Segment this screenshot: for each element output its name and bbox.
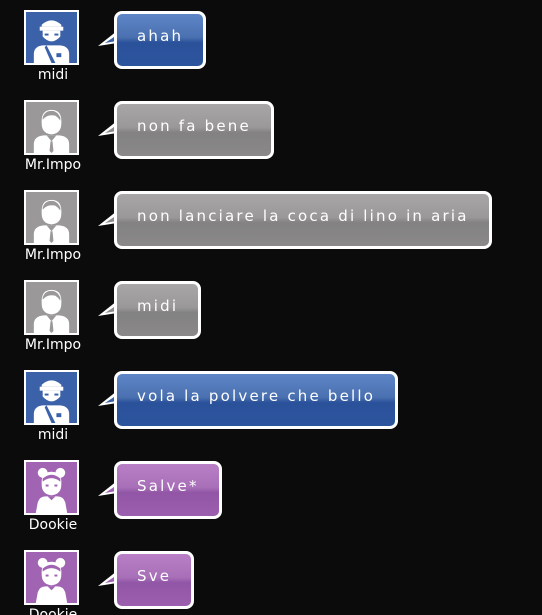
chat-message: Dookie Salve* (0, 450, 542, 540)
man-with-tie-icon (33, 199, 70, 243)
chat-message: Mr.Impo non lanciare la coca di lino in … (0, 180, 542, 270)
user-avatar[interactable] (24, 190, 79, 245)
girl-with-buns-icon (35, 557, 68, 603)
message-bubble[interactable]: non lanciare la coca di lino in aria (114, 191, 492, 249)
chat-log: midi ahah Mr.Impo non fa bene Mr.Impo no… (0, 0, 542, 615)
man-with-tie-icon (33, 109, 70, 153)
user-avatar[interactable] (24, 100, 79, 155)
chat-message: Mr.Impo non fa bene (0, 90, 542, 180)
headband-man-icon (33, 20, 70, 63)
user-avatar[interactable] (24, 550, 79, 605)
username-label: Dookie (28, 607, 78, 615)
message-text: Sve (137, 567, 172, 585)
chat-message: Mr.Impo midi (0, 270, 542, 360)
username-label: Mr.Impo (24, 247, 82, 263)
man-with-tie-icon (33, 289, 70, 333)
headband-man-icon (33, 380, 70, 423)
message-text: ahah (137, 27, 184, 45)
username-label: Dookie (28, 517, 78, 533)
user-avatar[interactable] (24, 370, 79, 425)
user-avatar[interactable] (24, 280, 79, 335)
message-bubble[interactable]: Salve* (114, 461, 222, 519)
chat-message: midi vola la polvere che bello (0, 360, 542, 450)
girl-with-buns-icon (35, 467, 68, 513)
message-text: non lanciare la coca di lino in aria (137, 207, 469, 225)
username-label: midi (37, 427, 69, 443)
message-bubble[interactable]: vola la polvere che bello (114, 371, 399, 429)
message-text: vola la polvere che bello (137, 387, 376, 405)
username-label: Mr.Impo (24, 157, 82, 173)
user-avatar[interactable] (24, 460, 79, 515)
message-bubble[interactable]: non fa bene (114, 101, 274, 159)
chat-message: midi ahah (0, 0, 542, 90)
user-avatar[interactable] (24, 10, 79, 65)
message-bubble[interactable]: midi (114, 281, 202, 339)
username-label: midi (37, 67, 69, 83)
message-bubble[interactable]: Sve (114, 551, 195, 609)
message-text: midi (137, 297, 179, 315)
message-bubble[interactable]: ahah (114, 11, 207, 69)
message-text: non fa bene (137, 117, 251, 135)
chat-message: Dookie Sve (0, 540, 542, 615)
username-label: Mr.Impo (24, 337, 82, 353)
message-text: Salve* (137, 477, 199, 495)
